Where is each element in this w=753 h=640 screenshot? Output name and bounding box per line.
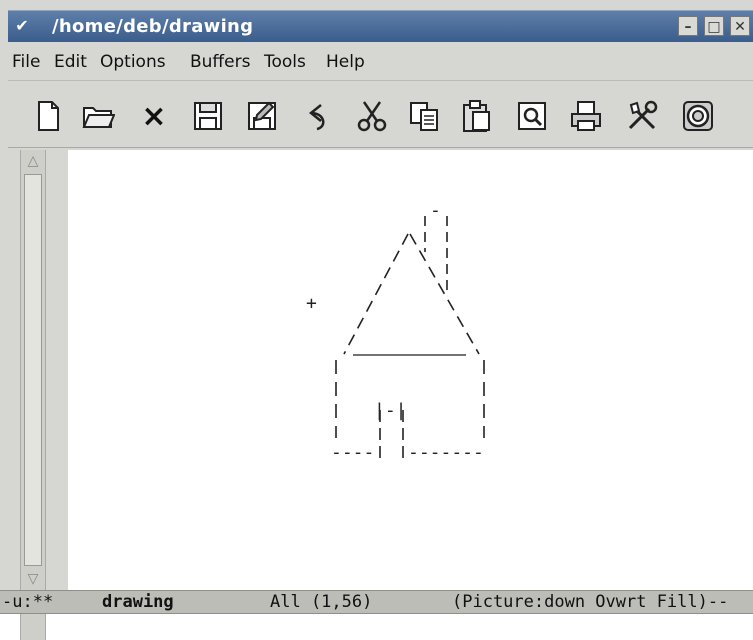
open-file-button[interactable] [78, 96, 118, 136]
search-icon [518, 102, 546, 130]
copy-button[interactable] [404, 96, 444, 136]
mode-line: -u:** drawing All (1,56) (Picture:down O… [0, 590, 753, 614]
ground-right: ------- [408, 442, 484, 463]
title-bar[interactable]: ✔ /home/deb/drawing – □ ✕ [8, 10, 753, 42]
undo-icon [308, 104, 325, 131]
new-file-icon [38, 101, 59, 131]
modeline-buffer-name[interactable]: drawing [102, 592, 174, 612]
modeline-modes[interactable]: (Picture:down Ovwrt Fill)-- [452, 592, 728, 612]
preferences-tools-icon [628, 100, 658, 130]
preferences-button[interactable] [622, 96, 662, 136]
close-buffer-button[interactable]: × [134, 96, 174, 136]
new-file-button[interactable] [28, 96, 68, 136]
help-lifebuoy-icon [683, 101, 713, 131]
scroll-up-icon[interactable]: △ [23, 152, 43, 170]
scrollbar-thumb[interactable] [24, 174, 42, 566]
menu-file[interactable]: File [12, 52, 40, 72]
emacs-window: ✔ /home/deb/drawing – □ ✕ File Edit Opti… [0, 0, 753, 640]
menu-bar: File Edit Options Buffers Tools Help [8, 43, 753, 81]
house-lines [335, 216, 485, 460]
undo-button[interactable] [298, 96, 338, 136]
save-icon [194, 102, 222, 130]
help-button[interactable] [678, 96, 718, 136]
door-top: |-| [374, 400, 407, 421]
save-as-button[interactable] [242, 96, 282, 136]
ascii-house-drawing: + - |-| ---- ------- [68, 150, 753, 590]
window-title: /home/deb/drawing [52, 16, 254, 37]
ground-left: ---- [331, 442, 375, 463]
modeline-status: -u:** [2, 592, 54, 612]
cut-scissors-icon [357, 101, 387, 132]
scroll-down-icon[interactable]: ▽ [23, 570, 43, 588]
cut-button[interactable] [352, 96, 392, 136]
maximize-button[interactable]: □ [704, 16, 724, 36]
minibuffer[interactable] [0, 614, 753, 640]
menu-tools[interactable]: Tools [264, 52, 306, 72]
modeline-position: All (1,56) [270, 592, 373, 612]
window-menu-icon[interactable]: ✔ [12, 17, 32, 35]
menu-options[interactable]: Options [100, 52, 166, 72]
search-button[interactable] [512, 96, 552, 136]
print-button[interactable] [566, 96, 606, 136]
minibuffer-scrollbar[interactable] [20, 614, 46, 640]
minimize-button[interactable]: – [678, 16, 698, 36]
copy-icon [410, 102, 438, 131]
save-button[interactable] [188, 96, 228, 136]
toolbar: × [8, 82, 753, 148]
text-buffer[interactable]: + - |-| ---- ------- [68, 150, 753, 590]
open-folder-icon [82, 107, 115, 128]
menu-buffers[interactable]: Buffers [190, 52, 250, 72]
menu-edit[interactable]: Edit [54, 52, 87, 72]
paste-button[interactable] [456, 96, 496, 136]
print-icon [571, 101, 601, 131]
menu-help[interactable]: Help [326, 52, 365, 72]
close-button[interactable]: ✕ [730, 16, 750, 36]
paste-icon [463, 100, 490, 132]
close-x-icon: × [141, 98, 167, 134]
save-as-icon [248, 101, 276, 130]
vertical-scrollbar[interactable]: △ ▽ [20, 150, 46, 590]
